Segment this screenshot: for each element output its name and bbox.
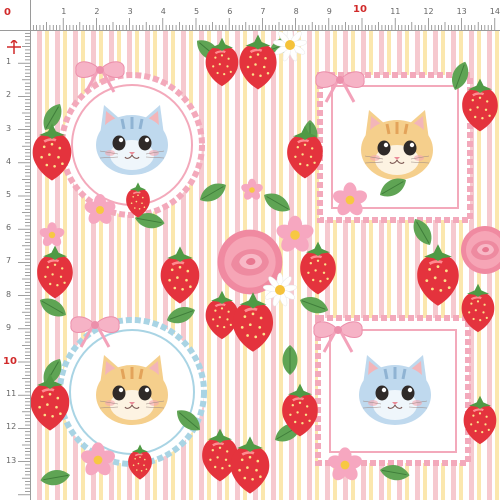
ruler-left-label: 9 [6, 322, 12, 332]
ruler-left: 1 2 3 4 5 6 7 8 9 10 11 12 13 [0, 0, 31, 500]
ruler-top-label: 12 [423, 7, 434, 16]
ruler-left-label: 4 [6, 156, 12, 166]
ruler-top-label: 7 [260, 7, 266, 16]
ruler-top-label: 11 [390, 7, 401, 16]
ruler-left-label: 11 [6, 389, 17, 399]
ruler-left-label: 2 [6, 90, 12, 100]
ruler-unit-arrow-icon [7, 40, 21, 54]
ruler-top-label: 13 [456, 7, 467, 16]
cat-frame-bottom-left [57, 317, 207, 467]
ruler-top-label: 6 [227, 7, 233, 16]
blue-tabby-cat [357, 353, 433, 427]
orange-tabby-cat [94, 353, 170, 427]
ruler-left-label: 7 [6, 256, 12, 266]
ruler-top-label: 1 [61, 7, 67, 16]
ruler-left-label: 13 [6, 455, 17, 465]
ruler-top-label: 14 [489, 7, 500, 16]
ruler-left-label: 3 [6, 123, 12, 133]
ruler-top-label: 3 [127, 7, 133, 16]
ruler-top-label: 5 [194, 7, 200, 16]
ruler-left-label: 5 [6, 190, 12, 199]
ruler-top: 1 2 3 4 5 6 7 8 9 10 11 12 13 14 [0, 0, 500, 31]
fabric-preview: 1 2 3 4 5 6 7 8 9 10 11 12 13 14 1 2 3 4 5 6 7 8 9 10 11 12 13 0 [0, 0, 500, 500]
ruler-top-label: 9 [326, 7, 332, 16]
ruler-top-label: 2 [94, 7, 100, 16]
ruler-top-label: 4 [160, 7, 166, 16]
kitten-strawberry-pattern [0, 0, 500, 500]
ruler-left-label: 10 [3, 356, 17, 367]
ruler-left-label: 8 [6, 289, 12, 299]
ruler-top-label: 10 [353, 4, 367, 15]
ruler-top-label: 8 [293, 7, 299, 16]
ruler-left-label: 6 [6, 223, 12, 233]
cat-frame-bottom-right [315, 315, 471, 466]
ruler-left-label: 1 [6, 57, 12, 67]
ruler-left-label: 12 [6, 422, 17, 432]
orange-tabby-cat [359, 108, 435, 182]
blue-tabby-cat [94, 103, 170, 177]
ruler-origin-label: 0 [4, 7, 11, 18]
ruler-corner: 0 [0, 0, 31, 31]
